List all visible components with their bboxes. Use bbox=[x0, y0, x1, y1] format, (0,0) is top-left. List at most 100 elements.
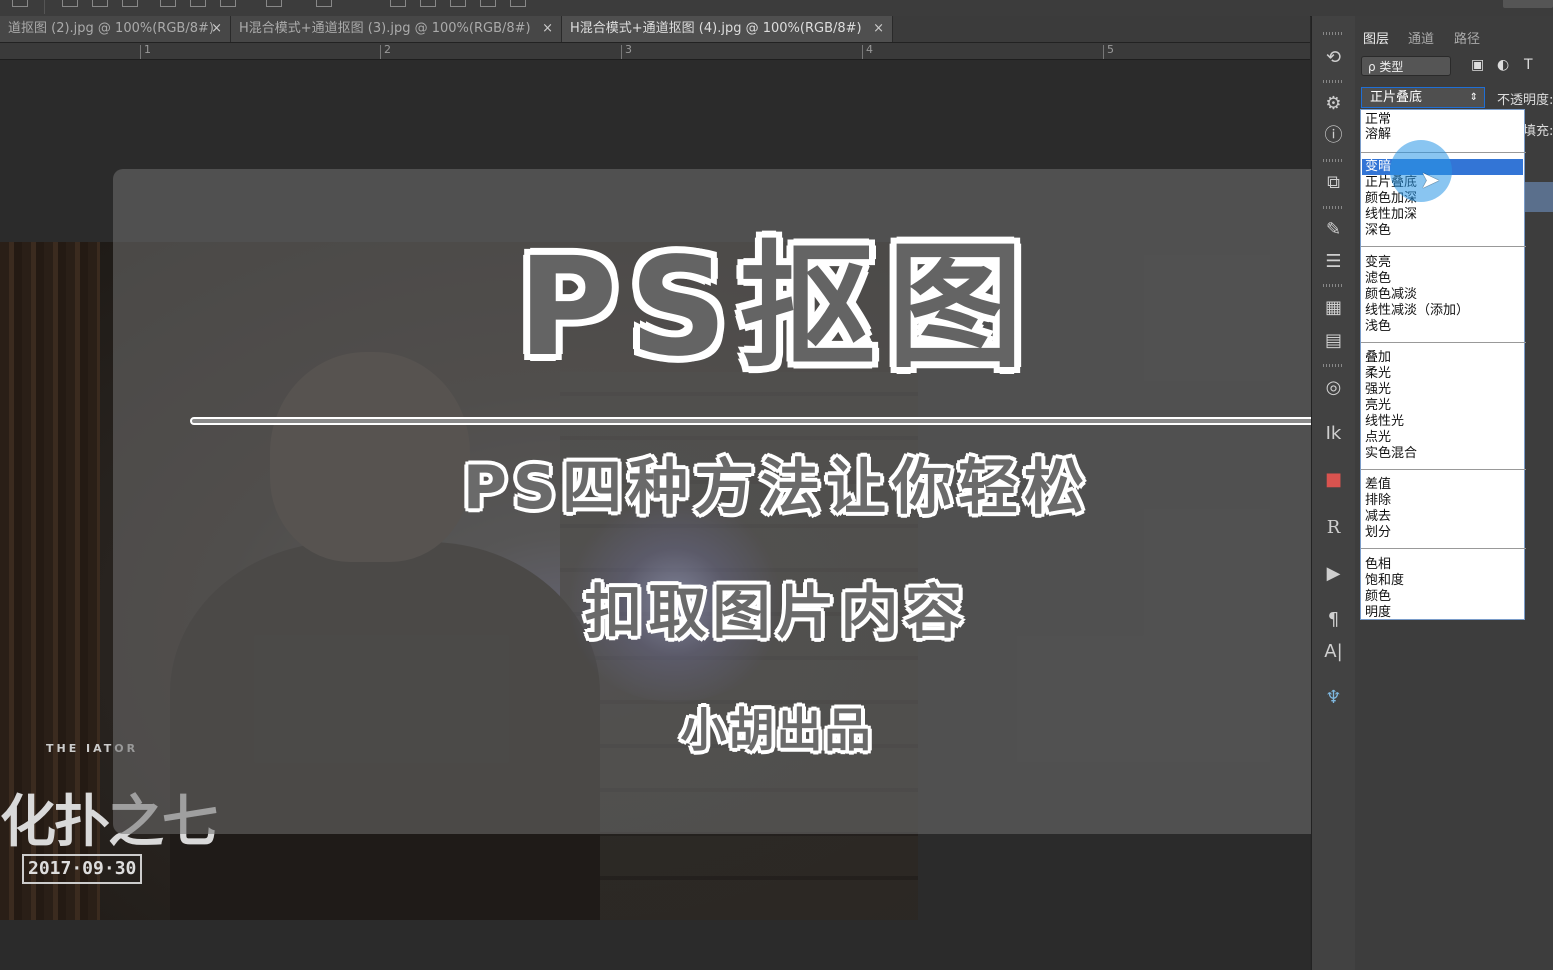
overlay-divider bbox=[190, 417, 1364, 425]
image-filter-icon[interactable]: ▣ bbox=[1471, 57, 1484, 73]
close-icon[interactable]: × bbox=[211, 16, 222, 42]
align-icon[interactable] bbox=[92, 0, 108, 7]
dropdown-separator bbox=[1361, 246, 1526, 247]
ruler-tick bbox=[1103, 45, 1104, 59]
option-icon[interactable] bbox=[12, 0, 28, 7]
poster-date: 2017·09·30 bbox=[22, 854, 143, 884]
grip-handle[interactable] bbox=[1323, 32, 1343, 35]
arrange-icon[interactable] bbox=[266, 0, 282, 7]
blend-option[interactable]: 变亮 bbox=[1365, 255, 1391, 270]
grip-handle[interactable] bbox=[1323, 159, 1343, 162]
tab-label: 道抠图 (2).jpg @ 100%(RGB/8#) bbox=[8, 21, 214, 36]
type-filter-icon[interactable]: T bbox=[1524, 57, 1533, 73]
rotate-3d-icon[interactable] bbox=[390, 0, 406, 7]
blend-option[interactable]: 柔光 bbox=[1365, 366, 1391, 381]
grip-handle[interactable] bbox=[1323, 80, 1343, 83]
roll-3d-icon[interactable] bbox=[420, 0, 436, 7]
blend-option[interactable]: 线性加深 bbox=[1365, 207, 1417, 222]
mouse-cursor-icon: ➤ bbox=[1420, 166, 1441, 194]
tab-layers[interactable]: 图层 bbox=[1363, 30, 1389, 50]
layer-filter-select[interactable]: ρ 类型 bbox=[1361, 56, 1451, 76]
paragraph-icon[interactable]: ¶ bbox=[1312, 608, 1355, 632]
dropdown-separator bbox=[1361, 469, 1526, 470]
blend-option[interactable]: 减去 bbox=[1365, 509, 1391, 524]
blend-option[interactable]: 差值 bbox=[1365, 477, 1391, 492]
swatches-icon[interactable]: ▦ bbox=[1312, 296, 1355, 320]
document-tabs: 道抠图 (2).jpg @ 100%(RGB/8#) × H混合模式+通道抠图 … bbox=[0, 16, 1310, 43]
3d-mode-icon[interactable] bbox=[316, 0, 332, 7]
layer-row-selected[interactable] bbox=[1525, 182, 1553, 212]
ruler-tick bbox=[862, 45, 863, 59]
blend-option[interactable]: 强光 bbox=[1365, 382, 1391, 397]
doc-tab-1[interactable]: 道抠图 (2).jpg @ 100%(RGB/8#) × bbox=[0, 16, 231, 42]
align-icon[interactable] bbox=[62, 0, 78, 7]
adjustments-icon[interactable]: ☰ bbox=[1312, 250, 1355, 274]
blend-option[interactable]: 点光 bbox=[1365, 430, 1391, 445]
blend-option[interactable]: 颜色 bbox=[1365, 589, 1391, 604]
doc-tab-3-active[interactable]: H混合模式+通道抠图 (4).jpg @ 100%(RGB/8#) × bbox=[562, 16, 893, 42]
options-bar bbox=[0, 0, 1553, 17]
blend-option[interactable]: 饱和度 bbox=[1365, 573, 1404, 588]
tab-channels[interactable]: 通道 bbox=[1408, 30, 1434, 50]
brush-icon[interactable]: ✎ bbox=[1312, 218, 1355, 242]
tab-paths[interactable]: 路径 bbox=[1454, 30, 1480, 50]
close-icon[interactable]: × bbox=[873, 16, 884, 42]
ruler-number: 2 bbox=[384, 43, 391, 56]
grip-handle[interactable] bbox=[1323, 206, 1343, 209]
blend-option[interactable]: 颜色减淡 bbox=[1365, 287, 1417, 302]
distribute-icon[interactable] bbox=[190, 0, 206, 7]
tab-label: H混合模式+通道抠图 (4).jpg @ 100%(RGB/8#) bbox=[570, 21, 862, 36]
blend-mode-select[interactable]: 正片叠底 ⇕ bbox=[1361, 87, 1485, 108]
ruler-number: 3 bbox=[625, 43, 632, 56]
blend-option[interactable]: 排除 bbox=[1365, 493, 1391, 508]
blend-option[interactable]: 叠加 bbox=[1365, 350, 1391, 365]
actions-icon[interactable]: ▶ bbox=[1312, 562, 1355, 586]
doc-tab-2[interactable]: H混合模式+通道抠图 (3).jpg @ 100%(RGB/8#) × bbox=[231, 16, 562, 42]
plugin-r-icon[interactable]: R bbox=[1312, 516, 1355, 540]
plugin-ik-icon[interactable]: Ik bbox=[1312, 422, 1355, 446]
blend-option[interactable]: 深色 bbox=[1365, 223, 1391, 238]
blend-option-highlighted[interactable]: 变暗 bbox=[1365, 159, 1391, 174]
fill-label: 填充: bbox=[1523, 124, 1553, 139]
blend-option[interactable]: 线性光 bbox=[1365, 414, 1404, 429]
drag-3d-icon[interactable] bbox=[450, 0, 466, 7]
dropdown-separator bbox=[1361, 548, 1526, 549]
blend-option[interactable]: 正常 bbox=[1365, 112, 1391, 127]
blend-option[interactable]: 浅色 bbox=[1365, 319, 1391, 334]
blend-option[interactable]: 线性减淡（添加） bbox=[1365, 303, 1469, 318]
clone-source-icon[interactable]: ⧉ bbox=[1312, 171, 1355, 195]
character-icon[interactable]: A| bbox=[1312, 640, 1355, 664]
blend-option[interactable]: 划分 bbox=[1365, 525, 1391, 540]
workspace-switcher[interactable] bbox=[1503, 0, 1553, 8]
ruler-number: 5 bbox=[1107, 43, 1114, 56]
blend-option[interactable]: 溶解 bbox=[1365, 127, 1391, 142]
plugin-blue-icon[interactable]: ♆ bbox=[1312, 686, 1355, 710]
panel-icon-column: ⟲ ⚙ ⓘ ⧉ ✎ ☰ ▦ ▤ ◎ Ik ■ R ▶ ¶ A| ♆ bbox=[1311, 16, 1356, 970]
divider bbox=[44, 0, 45, 14]
blend-option[interactable]: 明度 bbox=[1365, 605, 1391, 620]
blend-option[interactable]: 滤色 bbox=[1365, 271, 1391, 286]
ruler-number: 4 bbox=[866, 43, 873, 56]
slide-3d-icon[interactable] bbox=[480, 0, 496, 7]
blend-option[interactable]: 实色混合 bbox=[1365, 446, 1417, 461]
align-icon[interactable] bbox=[122, 0, 138, 7]
history-icon[interactable]: ⟲ bbox=[1312, 46, 1355, 70]
3d-icon[interactable]: ⚙ bbox=[1312, 92, 1355, 116]
plugin-icon[interactable]: ◎ bbox=[1312, 376, 1355, 400]
grip-handle[interactable] bbox=[1323, 284, 1343, 287]
scale-3d-icon[interactable] bbox=[510, 0, 526, 7]
blend-option[interactable]: 色相 bbox=[1365, 557, 1391, 572]
adjustment-filter-icon[interactable]: ◐ bbox=[1497, 57, 1509, 73]
plugin-red-icon[interactable]: ■ bbox=[1312, 468, 1355, 492]
ruler-tick bbox=[380, 45, 381, 59]
blend-option[interactable]: 亮光 bbox=[1365, 398, 1391, 413]
close-icon[interactable]: × bbox=[542, 16, 553, 42]
info-icon[interactable]: ⓘ bbox=[1312, 124, 1355, 148]
distribute-icon[interactable] bbox=[160, 0, 176, 7]
tab-label: H混合模式+通道抠图 (3).jpg @ 100%(RGB/8#) bbox=[239, 21, 531, 36]
horizontal-ruler: 1 2 3 4 5 bbox=[0, 43, 1310, 60]
distribute-icon[interactable] bbox=[220, 0, 236, 7]
grip-handle[interactable] bbox=[1323, 364, 1343, 367]
notes-icon[interactable]: ▤ bbox=[1312, 329, 1355, 353]
dropdown-separator bbox=[1361, 342, 1526, 343]
